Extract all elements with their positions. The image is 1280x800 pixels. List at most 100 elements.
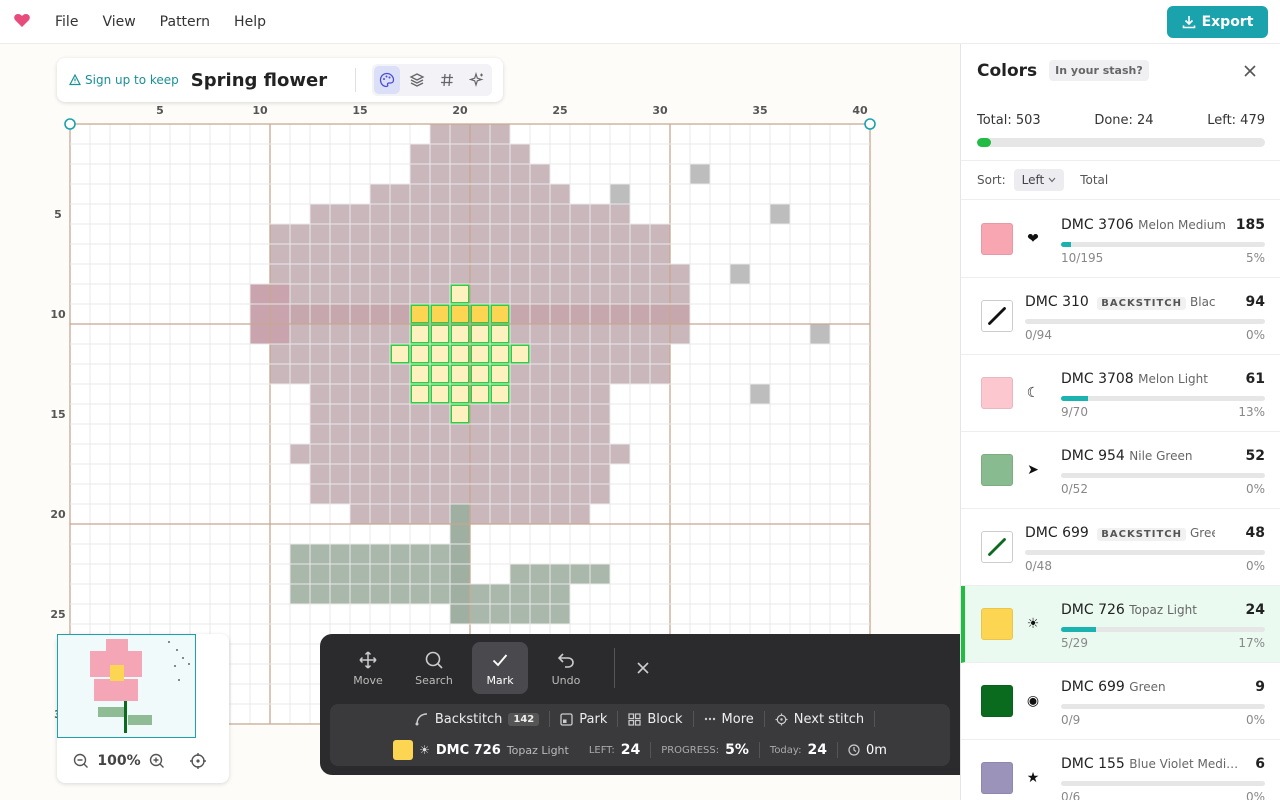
move-button[interactable]: Move [340,642,396,694]
center-stitch[interactable] [490,344,510,364]
minimap-preview[interactable] [57,634,196,738]
center-stitch[interactable] [430,344,450,364]
backstitch-button[interactable]: Backstitch 142 [405,712,549,727]
center-stitch[interactable] [430,364,450,384]
sort-label: Sort: [977,173,1006,187]
center-stitch[interactable] [410,364,430,384]
color-row[interactable]: ☀ DMC 726 Topaz Light 24 5/29 17% [961,586,1280,663]
center-stitch[interactable] [410,324,430,344]
center-stitch[interactable] [430,324,450,344]
backstitch-badge: BACKSTITCH [1097,297,1186,310]
menu-view[interactable]: View [90,0,147,44]
center-stitch[interactable] [470,324,490,344]
palette-mode-button[interactable] [374,66,401,94]
scattered-stitch[interactable] [810,324,830,344]
sort-total-option[interactable]: Total [1072,169,1116,191]
menu-help[interactable]: Help [222,0,278,44]
center-stitch[interactable] [430,304,450,324]
done-count: Done: 24 [1094,113,1154,128]
undo-button[interactable]: Undo [538,642,594,694]
zoom-out-icon[interactable] [73,753,89,769]
left-count: Left: 479 [1207,113,1265,128]
next-stitch-button[interactable]: Next stitch [765,712,874,727]
close-panel-icon[interactable] [1241,62,1259,80]
search-label: Search [415,673,453,687]
color-percent: 0% [1245,328,1265,342]
center-stitch[interactable] [510,344,530,364]
center-stitch[interactable] [490,324,510,344]
current-color-swatch[interactable] [393,740,414,760]
center-stitch[interactable] [410,344,430,364]
flower-stitch-row[interactable] [310,464,610,484]
center-stitch[interactable] [450,304,470,324]
center-stitch[interactable] [490,384,510,404]
block-button[interactable]: Block [618,712,692,727]
color-row[interactable]: ★ DMC 155 Blue Violet Medi… 6 0/6 0% [961,740,1280,800]
center-stitch[interactable] [450,404,470,424]
flower-stitch-row[interactable] [270,264,690,284]
recenter-icon[interactable] [189,752,207,770]
flower-stitch-row[interactable] [410,164,550,184]
heart-logo-icon[interactable] [13,12,31,30]
stash-toggle[interactable]: In your stash? [1049,60,1149,81]
layers-mode-button[interactable] [404,66,430,94]
zoom-in-icon[interactable] [149,753,165,769]
color-name: DMC 954 Nile Green [1061,448,1251,464]
sort-left-option[interactable]: Left [1013,169,1065,191]
color-row[interactable]: ☾ DMC 3708 Melon Light 61 9/70 13% [961,355,1280,432]
color-row[interactable]: ◉ DMC 699 Green 9 0/9 0% [961,663,1280,740]
center-stitch[interactable] [450,344,470,364]
park-button[interactable]: Park [550,712,617,727]
leaf-stitch-block[interactable] [510,564,610,584]
color-label: Nile Green [1129,449,1193,463]
flower-stitch-row[interactable] [310,484,610,504]
minimap-dot [178,679,180,681]
scattered-stitch[interactable] [750,384,770,404]
center-stitch[interactable] [450,284,470,304]
color-row[interactable]: ➤ DMC 954 Nile Green 52 0/52 0% [961,432,1280,509]
center-stitch[interactable] [470,344,490,364]
color-row[interactable]: ❤ DMC 3706 Melon Medium 185 10/195 5% [961,201,1280,278]
menu-pattern[interactable]: Pattern [148,0,222,44]
current-color-name: Topaz Light [506,743,569,757]
center-stitch[interactable] [450,384,470,404]
color-fraction: 5/29 [1061,636,1088,650]
scattered-stitch[interactable] [730,264,750,284]
grid-corner-handle[interactable] [64,118,76,130]
backstitch-label: Backstitch [434,711,503,727]
export-button[interactable]: Export [1167,6,1268,38]
magic-mode-button[interactable] [464,66,490,94]
center-stitch[interactable] [430,384,450,404]
center-stitch[interactable] [490,304,510,324]
center-stitch[interactable] [470,304,490,324]
color-row[interactable]: DMC 310 BACKSTITCH Black 94 0/94 0% [961,278,1280,355]
center-stitch[interactable] [390,344,410,364]
scattered-stitch[interactable] [690,164,710,184]
center-stitch[interactable] [410,384,430,404]
left-value: 24 [620,742,641,758]
center-stitch[interactable] [490,364,510,384]
center-stitch[interactable] [470,384,490,404]
pattern-title[interactable]: Spring flower [191,70,327,91]
color-row[interactable]: DMC 699 BACKSTITCH Green 48 0/48 0% [961,509,1280,586]
flower-stitch-row[interactable] [290,444,630,464]
more-button[interactable]: More [694,712,764,727]
menu-file[interactable]: File [43,0,90,44]
mark-button[interactable]: Mark [472,642,528,694]
minimap-leaf [128,715,152,725]
search-button[interactable]: Search [406,642,462,694]
close-toolbar-button[interactable] [625,650,661,686]
scattered-stitch[interactable] [610,184,630,204]
grid-mode-button[interactable] [434,66,460,94]
flower-stitch-row[interactable] [310,424,610,444]
center-stitch[interactable] [450,324,470,344]
scattered-stitch[interactable] [770,204,790,224]
color-code: DMC 699 [1061,679,1125,695]
grid-corner-handle[interactable] [864,118,876,130]
center-stitch[interactable] [410,304,430,324]
signup-link[interactable]: Sign up to keep [69,73,179,87]
center-stitch[interactable] [470,364,490,384]
center-stitch[interactable] [450,364,470,384]
color-fraction: 0/94 [1025,328,1052,342]
minimap-dot [174,665,176,667]
